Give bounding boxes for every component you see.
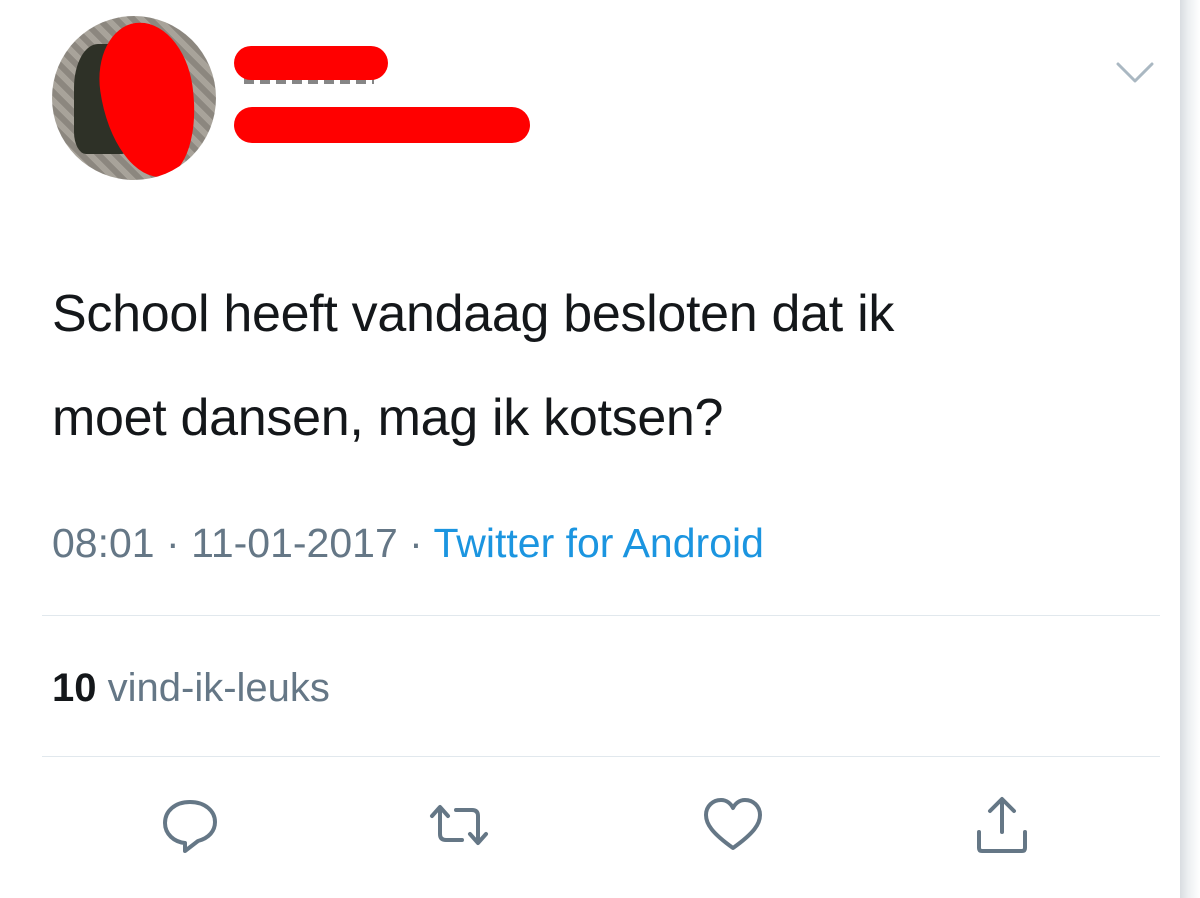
tweet-text-line: School heeft vandaag besloten dat ik: [52, 285, 895, 343]
tweet-source-link[interactable]: Twitter for Android: [433, 520, 763, 566]
chevron-down-icon[interactable]: [1114, 58, 1156, 88]
retweet-icon: [430, 805, 488, 845]
redaction-mark: [91, 16, 205, 180]
avatar[interactable]: [52, 16, 216, 180]
heart-icon: [704, 798, 762, 850]
screen-edge: [1180, 0, 1200, 898]
meta-separator: ·: [409, 520, 423, 566]
tweet-text: School heeft vandaag besloten dat ik moe…: [52, 262, 1172, 470]
reply-button[interactable]: [155, 790, 225, 860]
share-icon: [977, 797, 1027, 853]
likes-count: 10: [52, 666, 97, 710]
reply-icon: [163, 800, 217, 853]
likes-label: vind-ik-leuks: [107, 666, 330, 710]
author-name-redacted[interactable]: [234, 46, 388, 80]
tweet-meta: 08:01 · 11-01-2017 · Twitter for Android: [52, 517, 764, 569]
likes-summary[interactable]: 10 vind-ik-leuks: [52, 662, 330, 714]
like-button[interactable]: [698, 790, 768, 860]
divider: [42, 756, 1160, 757]
tweet-text-line: moet dansen, mag ik kotsen?: [52, 389, 724, 447]
author-handle-redacted[interactable]: [234, 107, 530, 143]
divider: [42, 615, 1160, 616]
share-button[interactable]: [967, 790, 1037, 860]
tweet-time: 08:01: [52, 520, 155, 566]
meta-separator: ·: [166, 520, 180, 566]
tweet-date: 11-01-2017: [191, 520, 398, 566]
retweet-button[interactable]: [424, 790, 494, 860]
